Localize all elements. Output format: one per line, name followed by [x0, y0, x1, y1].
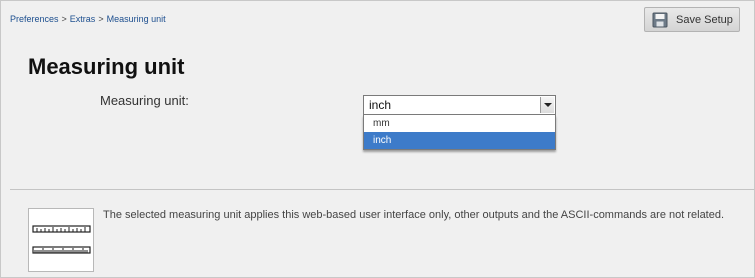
info-text: The selected measuring unit applies this…	[103, 209, 725, 221]
breadcrumb-preferences[interactable]: Preferences	[10, 14, 59, 24]
measuring-unit-label: Measuring unit:	[100, 93, 189, 108]
page-title: Measuring unit	[28, 54, 185, 79]
ruler-icon	[28, 208, 94, 272]
breadcrumb-separator: >	[98, 14, 104, 24]
save-setup-label: Save Setup	[676, 13, 733, 26]
save-setup-button[interactable]: Save Setup	[644, 7, 740, 32]
breadcrumb-extras[interactable]: Extras	[70, 14, 96, 24]
chevron-down-icon[interactable]	[540, 97, 554, 113]
measuring-unit-dropdown: mm inch	[363, 115, 556, 150]
measuring-unit-selected-value: inch	[369, 98, 392, 112]
main-panel: Preferences > Extras > Measuring unit Save S…	[0, 0, 755, 278]
floppy-disk-icon	[652, 12, 668, 28]
breadcrumb-measuring-unit: Measuring unit	[106, 14, 166, 24]
divider	[10, 189, 754, 190]
breadcrumb-separator: >	[61, 14, 67, 24]
breadcrumb: Preferences > Extras > Measuring unit	[10, 14, 166, 24]
measuring-unit-select[interactable]: inch	[363, 95, 556, 115]
option-inch[interactable]: inch	[364, 132, 555, 149]
option-mm[interactable]: mm	[364, 115, 555, 132]
